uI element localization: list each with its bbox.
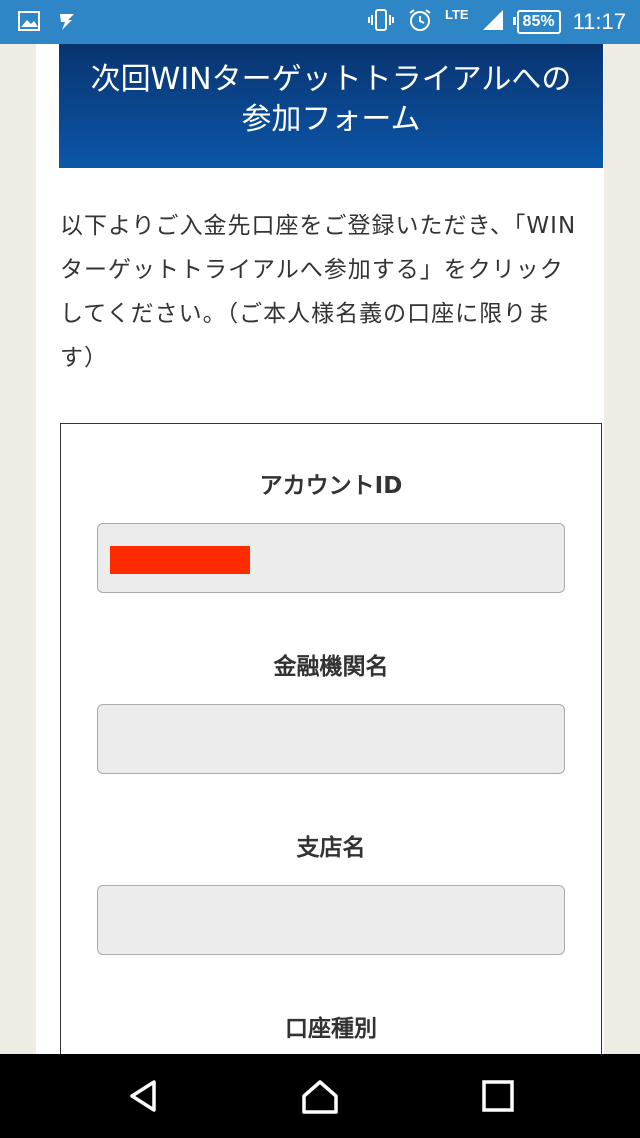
registration-form: アカウントID 金融機関名 支店名 口座種別	[60, 423, 602, 1123]
signal-icon	[481, 8, 505, 36]
back-button[interactable]	[124, 1076, 164, 1116]
status-bar: LTE 85% 11:17	[0, 0, 640, 44]
account-id-label: アカウントID	[259, 473, 403, 499]
bank-name-label: 金融機関名	[273, 654, 389, 680]
battery-indicator: 85%	[512, 10, 561, 34]
back-icon	[130, 1080, 156, 1112]
form-title-line1: 次回WINターゲットトライアルへの	[90, 62, 572, 97]
branch-name-field[interactable]	[97, 885, 565, 955]
intro-line: してください。（ご本人様名義の口座に限りま	[60, 301, 552, 327]
app-notification-icon	[56, 10, 78, 36]
account-id-field[interactable]	[97, 523, 565, 593]
home-icon	[302, 1080, 338, 1114]
image-notification-icon	[18, 10, 40, 36]
recents-button[interactable]	[478, 1076, 518, 1116]
form-title-banner: 次回WINターゲットトライアルへの 参加フォーム	[59, 44, 603, 168]
redacted-value	[110, 546, 250, 574]
navigation-bar	[0, 1054, 640, 1138]
page-content: 次回WINターゲットトライアルへの 参加フォーム 以下よりご入金先口座をご登録い…	[36, 44, 604, 1123]
account-type-label: 口座種別	[285, 1016, 377, 1042]
bank-name-field[interactable]	[97, 704, 565, 774]
intro-line: す）	[60, 345, 108, 371]
form-title-line2: 参加フォーム	[241, 102, 421, 137]
intro-line: ターゲットトライアルへ参加する」をクリック	[60, 257, 564, 283]
network-type: LTE	[444, 6, 469, 22]
vibrate-icon	[367, 8, 395, 36]
alarm-icon	[407, 7, 433, 37]
branch-name-label: 支店名	[296, 835, 366, 861]
clock: 11:17	[572, 9, 626, 34]
recents-icon	[482, 1080, 514, 1112]
home-button[interactable]	[300, 1076, 340, 1116]
intro-line: 以下よりご入金先口座をご登録いただき、「WIN	[60, 213, 577, 239]
intro-text: 以下よりご入金先口座をご登録いただき、「WIN ターゲットトライアルへ参加する」…	[60, 204, 600, 380]
